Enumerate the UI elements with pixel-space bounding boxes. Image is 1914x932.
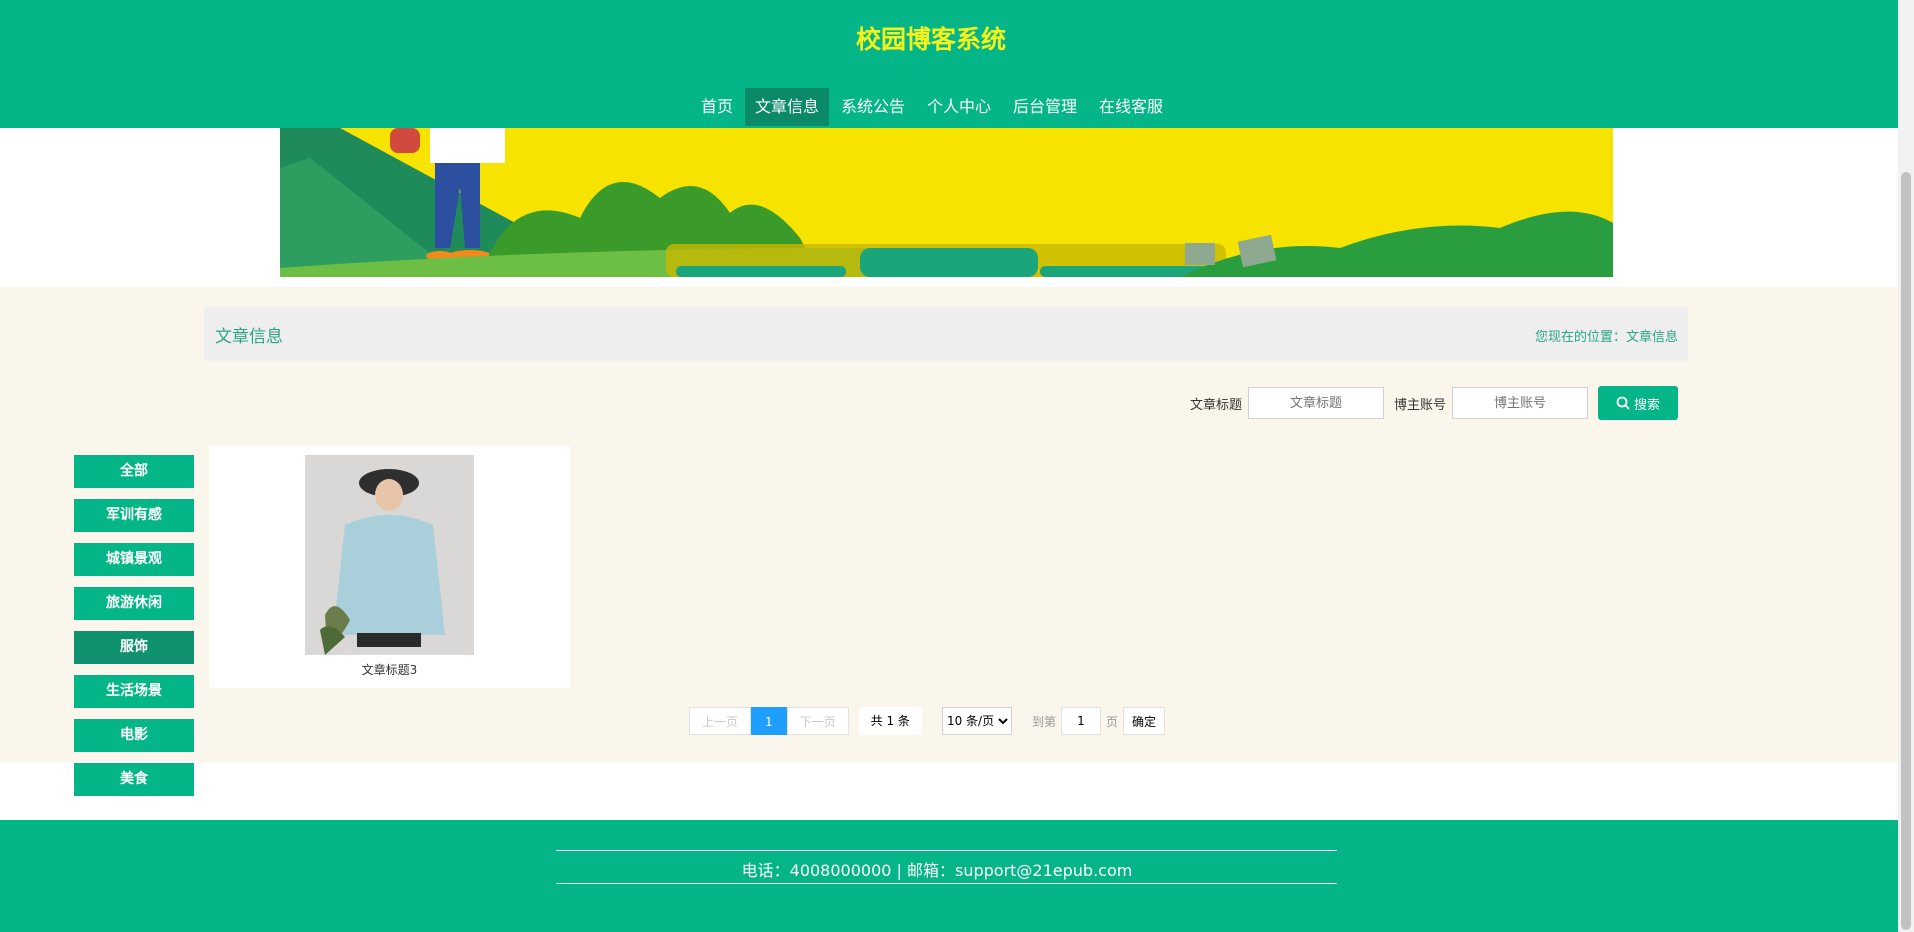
goto-label: 到第 (1031, 714, 1056, 729)
banner-illustration (280, 128, 1613, 277)
pagination: 上一页 1 下一页 共 1 条 10 条/页 到第 页 确定 (689, 707, 1165, 735)
page-title: 文章信息 (215, 327, 283, 347)
title-search-input[interactable] (1247, 387, 1384, 419)
site-title: 校园博客系统 (855, 25, 1006, 54)
breadcrumb: 文章信息 您现在的位置：文章信息 (204, 307, 1688, 361)
footer-divider-bottom (556, 883, 1337, 884)
search-button-label: 搜索 (1633, 396, 1660, 412)
nav-articles[interactable]: 文章信息 (744, 88, 829, 126)
search-button[interactable]: 搜索 (1598, 386, 1678, 420)
main-nav: 首页 文章信息 系统公告 个人中心 后台管理 在线客服 (0, 88, 1862, 126)
nav-home[interactable]: 首页 (691, 88, 743, 126)
category-food[interactable]: 美食 (74, 763, 194, 796)
footer-divider-top (556, 850, 1337, 851)
article-photo (305, 455, 474, 655)
category-military-training[interactable]: 军训有感 (74, 499, 194, 532)
location-value[interactable]: 文章信息 (1626, 330, 1678, 345)
site-header: 校园博客系统 首页 文章信息 系统公告 个人中心 后台管理 在线客服 (0, 0, 1898, 128)
footer-contact: 电话：4008000000 | 邮箱：support@21epub.com (741, 861, 1133, 880)
category-travel[interactable]: 旅游休闲 (74, 587, 194, 620)
next-page-button[interactable]: 下一页 (786, 707, 849, 735)
current-page[interactable]: 1 (751, 707, 787, 735)
category-town-landscape[interactable]: 城镇景观 (74, 543, 194, 576)
category-life-scenes[interactable]: 生活场景 (74, 675, 194, 708)
goto-confirm-button[interactable]: 确定 (1122, 707, 1165, 735)
category-all[interactable]: 全部 (74, 455, 194, 488)
search-bar: 文章标题 博主账号 搜索 (1190, 386, 1678, 420)
article-thumbnail[interactable] (305, 455, 474, 655)
category-fashion[interactable]: 服饰 (74, 631, 194, 664)
account-search-label: 博主账号 (1393, 397, 1446, 413)
location-label: 您现在的位置： (1534, 330, 1626, 345)
article-title[interactable]: 文章标题3 (209, 661, 570, 678)
article-card[interactable]: 文章标题3 (209, 446, 570, 688)
goto-page-input[interactable] (1060, 707, 1101, 735)
account-search-input[interactable] (1452, 387, 1588, 419)
scrollbar-thumb[interactable] (1901, 172, 1911, 930)
page-unit-label: 页 (1105, 714, 1118, 729)
nav-profile[interactable]: 个人中心 (917, 88, 1001, 126)
page-size-select[interactable]: 10 条/页 (941, 707, 1012, 735)
title-search-label: 文章标题 (1189, 397, 1242, 413)
category-movies[interactable]: 电影 (74, 719, 194, 752)
nav-admin[interactable]: 后台管理 (1003, 88, 1087, 126)
page-jump: 到第 页 确定 (1032, 707, 1165, 735)
nav-support[interactable]: 在线客服 (1089, 88, 1173, 126)
search-icon (1616, 396, 1630, 410)
prev-page-button[interactable]: 上一页 (689, 707, 752, 735)
location-indicator: 您现在的位置：文章信息 (1535, 326, 1678, 345)
nav-announcements[interactable]: 系统公告 (831, 88, 915, 126)
total-count: 共 1 条 (858, 707, 922, 735)
banner-image (280, 128, 1613, 277)
category-list: 全部 军训有感 城镇景观 旅游休闲 服饰 生活场景 电影 美食 (74, 455, 194, 807)
